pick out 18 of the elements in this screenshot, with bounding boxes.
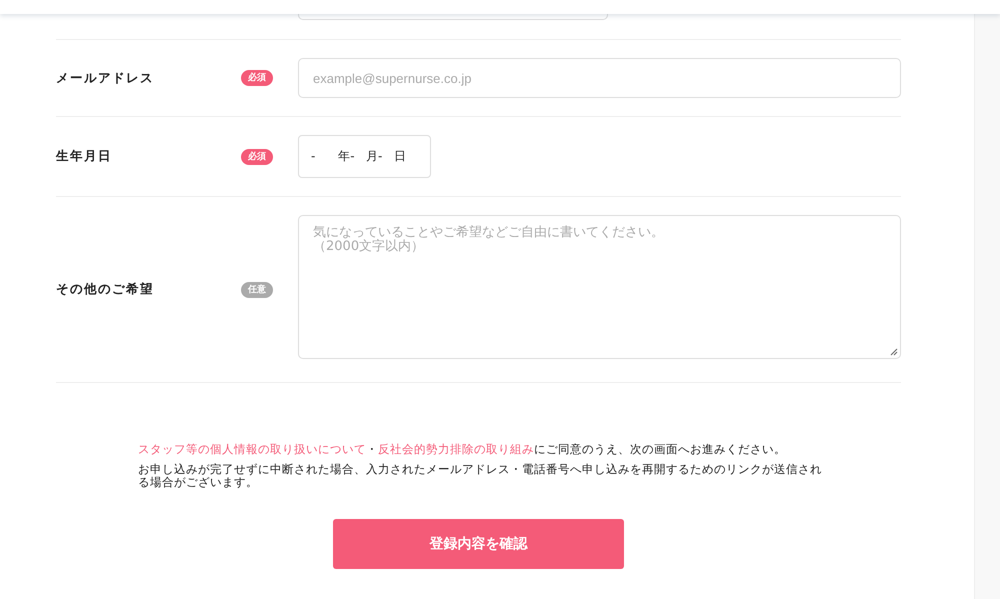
email-input[interactable]: example@supernurse.co.jp: [298, 58, 902, 98]
field-label: その他のご希望: [56, 281, 155, 298]
placeholder-text: （2000文字以内）: [313, 240, 424, 254]
privacy-policy-link[interactable]: スタッフ等の個人情報の取り扱いについて: [138, 442, 366, 456]
field-label: メールアドレス: [56, 70, 155, 86]
required-badge: 必須: [241, 148, 273, 164]
resize-handle-icon[interactable]: [890, 348, 898, 356]
textarea-field[interactable]: 気になっていることやご希望などご自由に書いてください。 （2000文字以内）: [298, 215, 902, 359]
input-field[interactable]: [298, 14, 608, 20]
date-input[interactable]: - 年- 月- 日: [298, 135, 431, 178]
optional-badge: 任意: [241, 282, 273, 298]
antisocial-policy-link[interactable]: 反社会的勢力排除の取り組み: [378, 442, 534, 456]
notice-text: お申し込みが完了せずに中断された場合、入力されたメールアドレス・電話番号へ申し込みを再開するためのリンクが送信される場合がございます。: [138, 463, 823, 488]
placeholder-text: 気になっていることやご希望などご自由に書いてください。: [313, 226, 664, 240]
required-badge: 必須: [241, 70, 273, 86]
consent-text: スタッフ等の個人情報の取り扱いについて・反社会的勢力排除の取り組みにご同意のうえ、次の画面へお進みください。: [138, 442, 787, 457]
confirm-button[interactable]: 登録内容を確認: [333, 519, 624, 570]
field-label: 生年月日: [56, 148, 113, 165]
